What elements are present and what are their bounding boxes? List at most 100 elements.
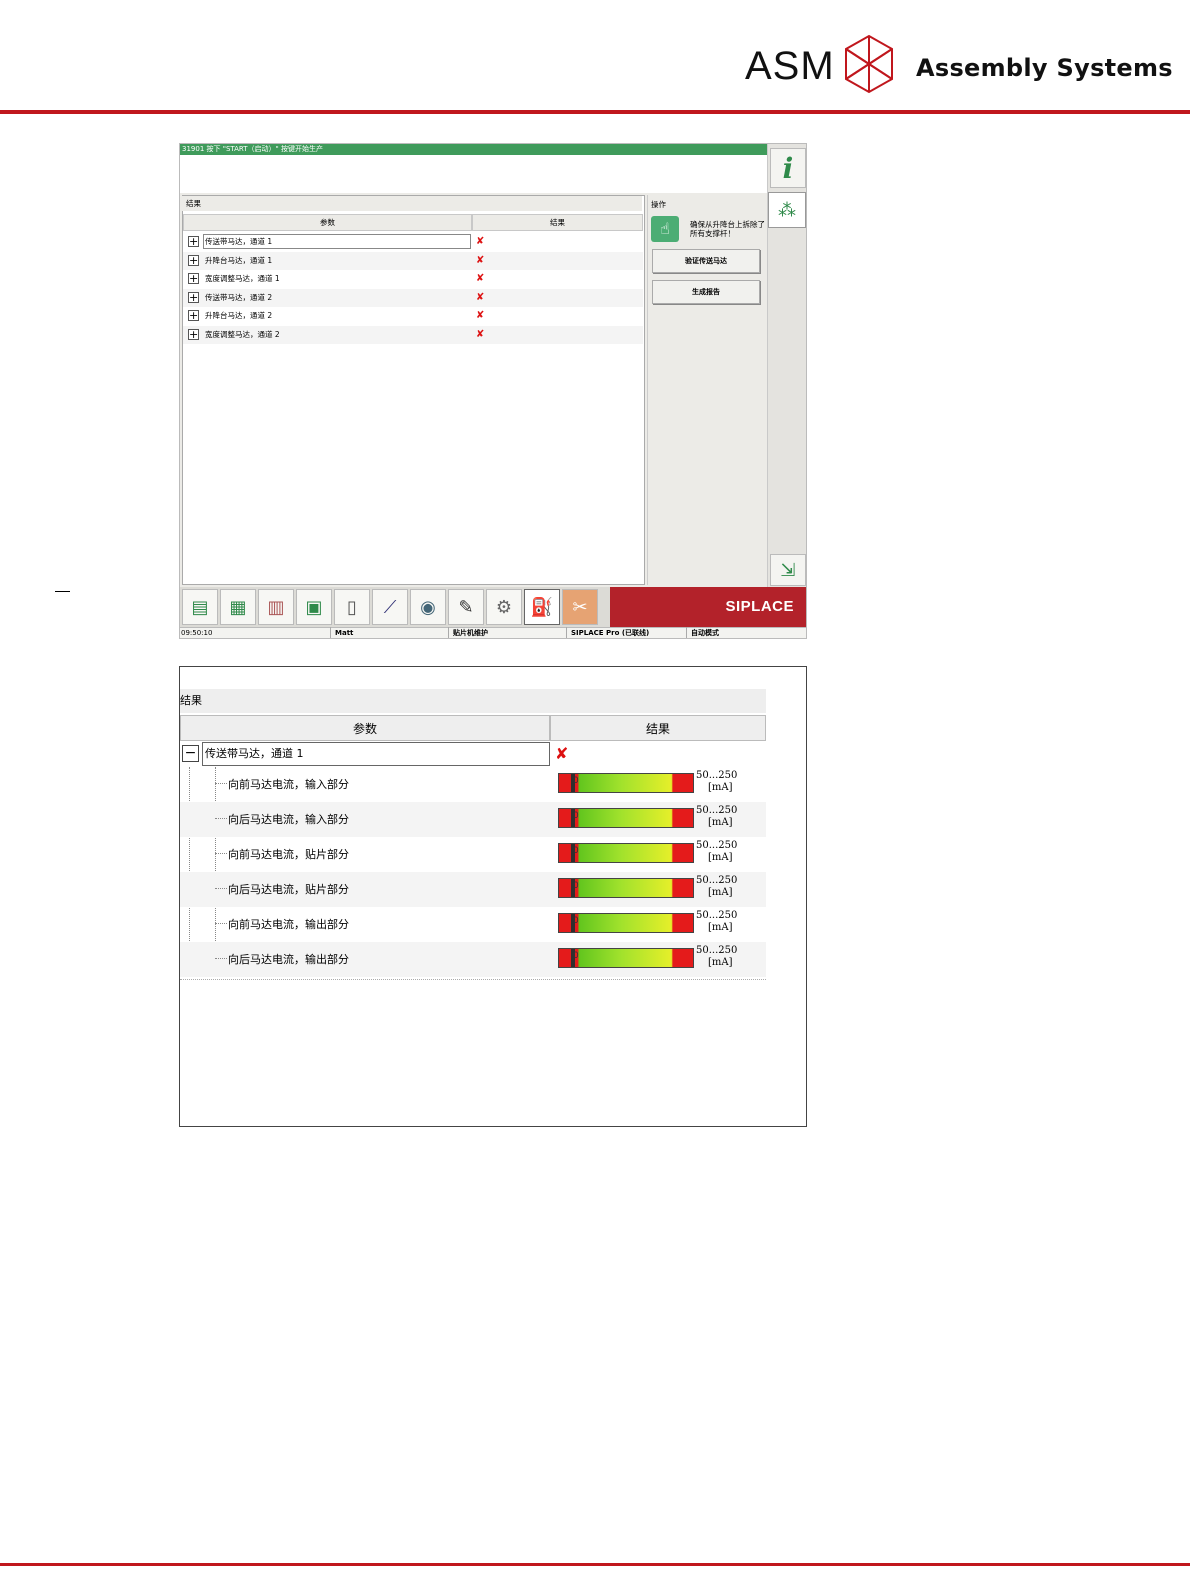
cropped-edge [180,979,766,983]
fail-icon: ✘ [476,255,485,266]
margin-mark [55,591,70,592]
tree-branch [215,783,227,784]
status-line: SIPLACE Pro (已联线) [566,627,686,638]
operations-instruction: 确保从升降台上拆除了所有支撑杆！ [690,220,765,238]
gauge-value: 0 [573,881,579,891]
row-label: 升降台马达，通道 2 [205,311,273,320]
exit-button[interactable]: ⇲ [770,554,806,586]
expand-icon[interactable]: + [188,329,199,340]
tree-branch [215,818,227,819]
gauge-value: 0 [573,811,579,821]
range-label: 50...250 [mA] [696,840,738,863]
cluster-icon: ⁂ [778,199,796,221]
column-header-param[interactable]: 参数 [183,214,472,231]
row-label: 传送带马达，通道 1 [205,237,273,246]
status-mode: 自动模式 [686,627,806,638]
exit-arrow-icon: ⇲ [780,559,796,581]
message-bar: 31901 按下 "START（启动）" 按键开始生产 [180,144,767,155]
wrench-icon[interactable]: ✂ [562,589,598,625]
child-label: 向前马达电流，输出部分 [228,918,349,931]
gauge-value: 0 [573,916,579,926]
expand-icon[interactable]: + [188,310,199,321]
operations-title: 操作 [651,200,666,209]
fail-icon: ✘ [476,310,485,321]
expand-icon[interactable]: + [188,292,199,303]
table-row[interactable]: + 宽度调整马达，通道 1 ✘ [183,270,643,288]
column-header-result[interactable]: 结果 [472,214,643,231]
tree-branch [215,923,227,924]
bar-icon[interactable]: ▥ [258,589,294,625]
tree-branch [215,958,227,959]
board-icon[interactable]: ▣ [296,589,332,625]
column-header-result[interactable]: 结果 [550,715,766,741]
gauge-value: 0 [573,951,579,961]
column-header-param[interactable]: 参数 [180,715,550,741]
collapse-icon[interactable]: − [182,745,199,762]
range-label: 50...250 [mA] [696,875,738,898]
table-row[interactable]: + 升降台马达，通道 1 ✘ [183,252,643,270]
results-title: 结果 [180,689,766,713]
gears-icon[interactable]: ⚙ [486,589,522,625]
grid-icon[interactable]: ▦ [220,589,256,625]
fail-icon: ✘ [476,236,485,247]
tree-branch [215,853,227,854]
table-row[interactable]: + 传送带马达，通道 2 ✘ [183,289,643,307]
range-label: 50...250 [mA] [696,805,738,828]
status-time: 09:50:10 [181,629,213,637]
expand-icon[interactable]: + [188,273,199,284]
verify-motor-button[interactable]: 验证传送马达 [652,249,760,273]
camera-icon[interactable]: ◉ [410,589,446,625]
header-divider [0,110,1190,114]
cluster-button[interactable]: ⁂ [768,192,806,228]
hand-icon: ☝ [651,216,679,242]
range-label: 50...250 [mA] [696,770,738,793]
asm-logo-icon [845,34,893,94]
table-row[interactable]: 向前马达电流，输出部分 0 50...250 [mA] [180,907,766,942]
row-label: 宽度调整马达，通道 1 [205,274,280,283]
status-machine: 贴片机维护 [448,627,566,638]
status-user: Matt [330,627,448,638]
table-row[interactable]: 向后马达电流，输出部分 0 50...250 [mA] [180,942,766,977]
footer-divider [0,1563,1190,1566]
current-gauge: 0 [558,878,694,898]
current-gauge: 0 [558,808,694,828]
chart-icon[interactable]: ⟋ [372,589,408,625]
child-label: 向前马达电流，输入部分 [228,778,349,791]
expand-icon[interactable]: + [188,255,199,266]
range-label: 50...250 [mA] [696,910,738,933]
info-card-icon[interactable]: ▯ [334,589,370,625]
siplace-brand: SIPLACE [610,587,806,627]
parent-row-label[interactable]: 传送带马达，通道 1 [202,742,550,766]
row-label: 宽度调整马达，通道 2 [205,330,280,339]
child-label: 向后马达电流，输入部分 [228,813,349,826]
fail-icon: ✘ [555,744,569,763]
stack-icon[interactable]: ▤ [182,589,218,625]
fail-icon: ✘ [476,329,485,340]
generate-report-button[interactable]: 生成报告 [652,280,760,304]
message-area [180,155,767,193]
current-gauge: 0 [558,948,694,968]
results-title: 结果 [182,196,642,211]
current-gauge: 0 [558,913,694,933]
expand-icon[interactable]: + [188,236,199,247]
child-label: 向后马达电流，贴片部分 [228,883,349,896]
range-label: 50...250 [mA] [696,945,738,968]
table-row[interactable]: 向前马达电流，输入部分 0 50...250 [mA] [180,767,766,802]
table-row[interactable]: 向后马达电流，贴片部分 0 50...250 [mA] [180,872,766,907]
child-label: 向前马达电流，贴片部分 [228,848,349,861]
fail-icon: ✘ [476,273,485,284]
asm-logo-text: ASM [745,44,835,88]
table-row[interactable]: 向后马达电流，输入部分 0 50...250 [mA] [180,802,766,837]
gauge-value: 0 [573,776,579,786]
table-row[interactable]: + 传送带马达，通道 1 ✘ [183,233,643,251]
siplace-screen-overview: 31901 按下 "START（启动）" 按键开始生产 结果 参数 结果 + 传… [179,143,807,639]
table-row[interactable]: + 宽度调整马达，通道 2 ✘ [183,326,643,344]
oilcan-icon[interactable]: ⛽ [524,589,560,625]
pen-icon[interactable]: ✎ [448,589,484,625]
table-row[interactable]: 向前马达电流，贴片部分 0 50...250 [mA] [180,837,766,872]
info-icon: i [782,151,794,185]
row-label: 传送带马达，通道 2 [205,293,273,302]
info-button[interactable]: i [770,148,806,188]
table-row[interactable]: + 升降台马达，通道 2 ✘ [183,307,643,325]
tree-branch [215,888,227,889]
